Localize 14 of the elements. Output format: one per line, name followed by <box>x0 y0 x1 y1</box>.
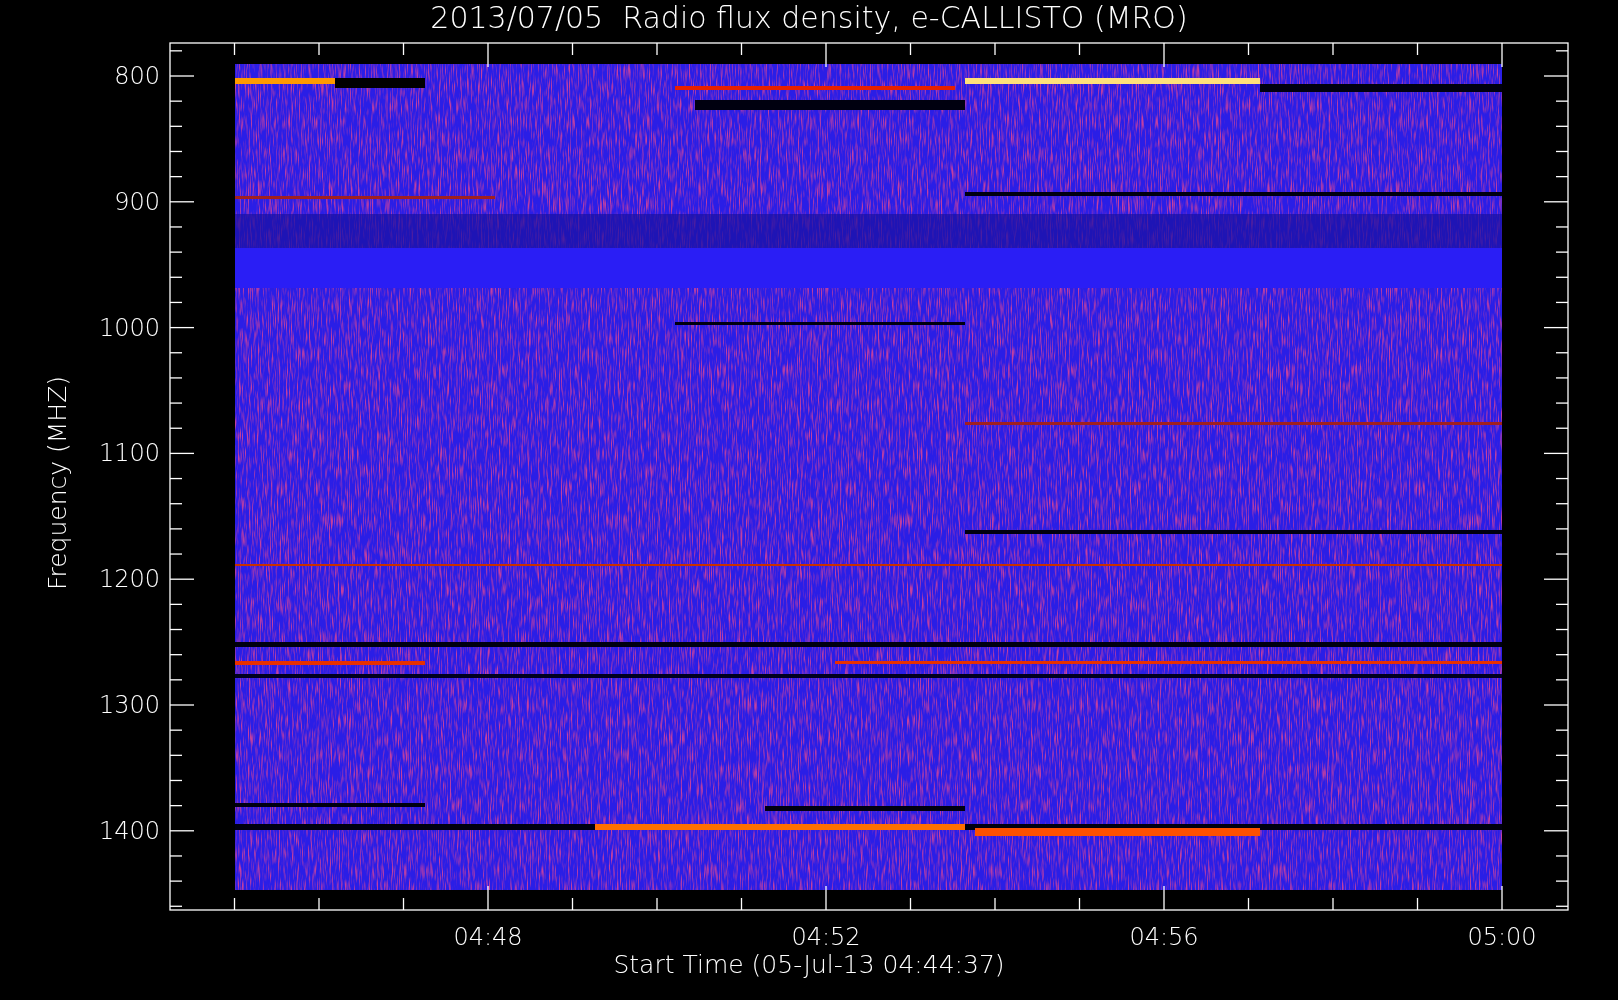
tick-label: 1000 <box>97 312 160 343</box>
axis-title: Frequency (MHZ) <box>43 375 73 591</box>
chart-title: 2013/07/05 Radio flux density, e-CALLISTO (MRO) <box>429 0 1189 35</box>
tick-label: 1100 <box>97 438 160 469</box>
tick-label: 1300 <box>97 690 160 720</box>
tick-label: 800 <box>113 61 160 91</box>
tick-label: 04:56 <box>1128 922 1200 952</box>
axis-title: Start Time (05-Jul-13 04:44:37) <box>612 950 1006 980</box>
tick-label: 1400 <box>97 815 160 846</box>
tick-label: 04:52 <box>790 922 862 952</box>
tick-label: 05:00 <box>1466 922 1538 952</box>
tick-label: 900 <box>113 186 160 217</box>
tick-label: 04:48 <box>452 922 524 952</box>
tick-label: 1200 <box>97 564 160 595</box>
